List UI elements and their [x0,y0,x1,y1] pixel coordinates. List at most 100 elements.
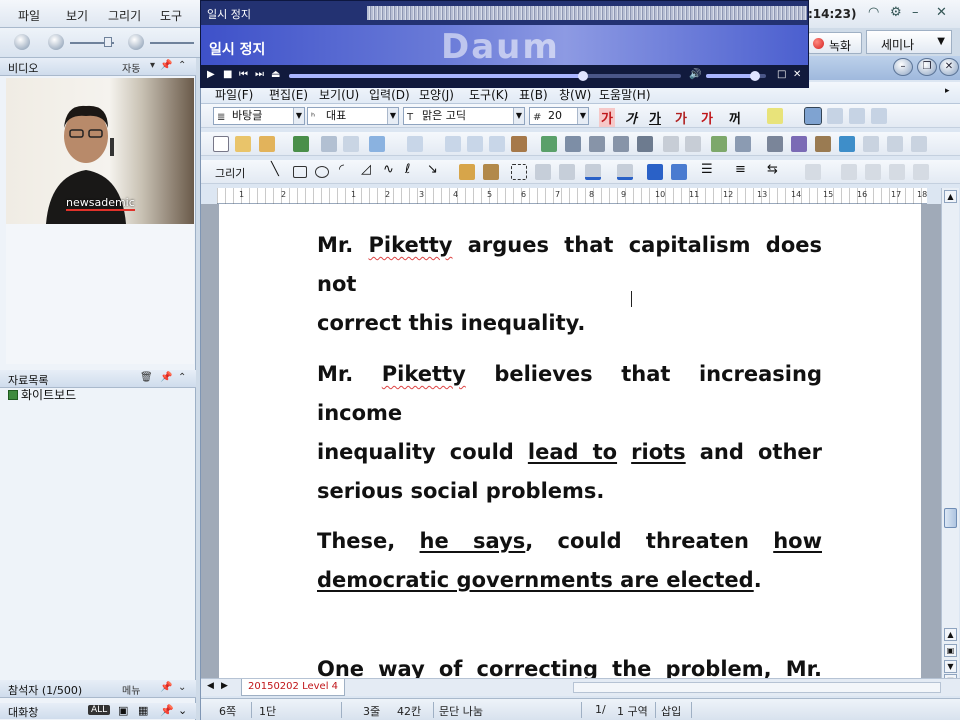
seminar-dropdown[interactable]: 세미나 ▼ [866,30,952,54]
volume-bar[interactable] [706,71,766,81]
pin-icon[interactable]: 📌 [160,372,172,383]
expand-icon[interactable]: ⌄ [178,682,186,693]
speaker-icon[interactable] [48,34,64,50]
expand-icon[interactable]: ⌄ [178,704,187,717]
spell-check-icon[interactable] [541,136,557,152]
eject-icon[interactable]: ⏏ [271,69,280,80]
bookmark-icon[interactable] [685,136,701,152]
ungroup-icon[interactable] [865,164,881,180]
copy-icon[interactable] [467,136,483,152]
collapse-icon[interactable]: ⌃ [178,60,186,71]
grid-icon[interactable]: ▦ [138,704,148,717]
align-objects-icon[interactable] [889,164,905,180]
print-icon[interactable] [321,136,337,152]
tab-next-icon[interactable]: ▶ [221,681,228,691]
align-left-button[interactable] [827,108,843,124]
minimize-button[interactable]: – [893,58,913,76]
bring-front-icon[interactable] [647,164,663,180]
seek-handle[interactable] [578,71,588,81]
tab-document[interactable]: 20150202 Level 4 [241,679,346,696]
materials-item-whiteboard[interactable]: 화이트보드 [8,386,76,403]
line-color-icon[interactable] [585,164,601,180]
font-combo[interactable]: T 맑은 고딕 ▼ [403,107,525,125]
preview-icon[interactable] [343,136,359,152]
seek-bar[interactable] [289,71,681,81]
chat-all-badge[interactable]: ALL [88,705,111,715]
record-button[interactable]: 녹화 [808,32,862,54]
line-weight-icon[interactable]: ☰ [701,162,717,178]
ellipse-tool-icon[interactable] [315,166,329,178]
insert-chart-icon[interactable] [767,136,783,152]
strike-button[interactable]: 가 [675,108,687,127]
rotate-tool-icon[interactable] [535,164,551,180]
open-folder-icon[interactable] [235,136,251,152]
host-menu-file[interactable]: 파일 [18,7,40,24]
select-tool-icon[interactable] [511,164,527,180]
stop-icon[interactable]: ■ [223,69,232,80]
collapse-icon[interactable]: ⌃ [178,372,186,383]
save-icon[interactable]: ▣ [118,704,128,717]
formula-icon[interactable] [815,136,831,152]
italic-button[interactable]: 가 [625,108,637,127]
textbox-tool-icon[interactable] [459,164,475,180]
player-close-icon[interactable]: ✕ [793,69,801,80]
polygon-tool-icon[interactable]: ◿ [361,162,377,178]
menu-help[interactable]: 도움말(H) [599,86,651,103]
insert-image-icon[interactable] [711,136,727,152]
speaker-volume-knob[interactable] [104,37,112,47]
undo-icon[interactable] [369,136,385,152]
align-center-button[interactable] [849,108,865,124]
redo-icon[interactable] [407,136,423,152]
columns-icon[interactable] [637,136,653,152]
send-back-icon[interactable] [671,164,687,180]
trash-icon[interactable]: 🗑 [140,372,153,383]
paragraph-1[interactable]: Mr. Piketty argues that capitalism does … [317,226,822,343]
menu-overflow-icon[interactable]: ▸ [945,86,950,96]
line-style-icon[interactable]: ≡ [735,162,751,178]
scroll-up-icon[interactable]: ▲ [944,190,957,203]
tab-prev-icon[interactable]: ◀ [207,681,214,691]
font-color-button[interactable]: 가 [701,108,713,127]
curve-tool-icon[interactable]: ∿ [383,162,399,178]
connector-tool-icon[interactable]: ↘ [427,162,443,178]
play-icon[interactable]: ▶ [207,69,215,80]
page-down-icon[interactable]: ▼ [944,660,957,673]
fullscreen-icon[interactable]: □ [777,69,786,80]
symbol-icon[interactable] [839,136,855,152]
fill-color-icon[interactable] [617,164,633,180]
host-menu-view[interactable]: 보기 [66,7,88,24]
restore-button[interactable]: ❐ [917,58,937,76]
paragraph-3[interactable]: These, he says, could threaten how democ… [317,522,822,600]
participants-menu[interactable]: 메뉴 [122,682,140,697]
line-tool-icon[interactable]: ╲ [271,162,287,178]
drawing-label[interactable]: 그리기 [215,165,245,181]
arc-tool-icon[interactable]: ◜ [339,162,355,178]
menu-tools[interactable]: 도구(K) [469,86,508,103]
page-up-icon[interactable]: ▲ [944,628,957,641]
font-size-combo[interactable]: #20 ▼ [529,107,589,125]
recent-files-icon[interactable] [259,136,275,152]
paragraph-2[interactable]: Mr. Piketty believes that increasing inc… [317,355,822,511]
distribute-icon[interactable] [913,164,929,180]
shadow-icon[interactable] [805,164,821,180]
close-button[interactable]: ✕ [939,58,959,76]
menu-insert[interactable]: 입력(D) [369,86,410,103]
settings-icon[interactable]: ⚙ [890,5,902,20]
mail-icon[interactable] [911,136,927,152]
memo-icon[interactable] [863,136,879,152]
char-map-icon[interactable] [565,136,581,152]
menu-table[interactable]: 표(B) [519,86,548,103]
vertical-scroll-thumb[interactable] [944,508,957,528]
rectangle-tool-icon[interactable] [293,166,307,178]
microphone-icon[interactable] [128,34,144,50]
menu-format[interactable]: 모양(J) [419,86,454,103]
volume-handle[interactable] [750,71,761,81]
webcam-icon[interactable] [14,34,30,50]
menu-window[interactable]: 창(W) [559,86,591,103]
host-menu-tools[interactable]: 도구 [160,7,182,24]
picture-tool-icon[interactable] [483,164,499,180]
para-shape-icon[interactable] [589,136,605,152]
format-paint-icon[interactable] [511,136,527,152]
vertical-scrollbar[interactable]: ▲ ▲ ▣ ▼ ▼ [941,188,959,688]
char-shape-button[interactable]: 꺼 [729,108,741,127]
